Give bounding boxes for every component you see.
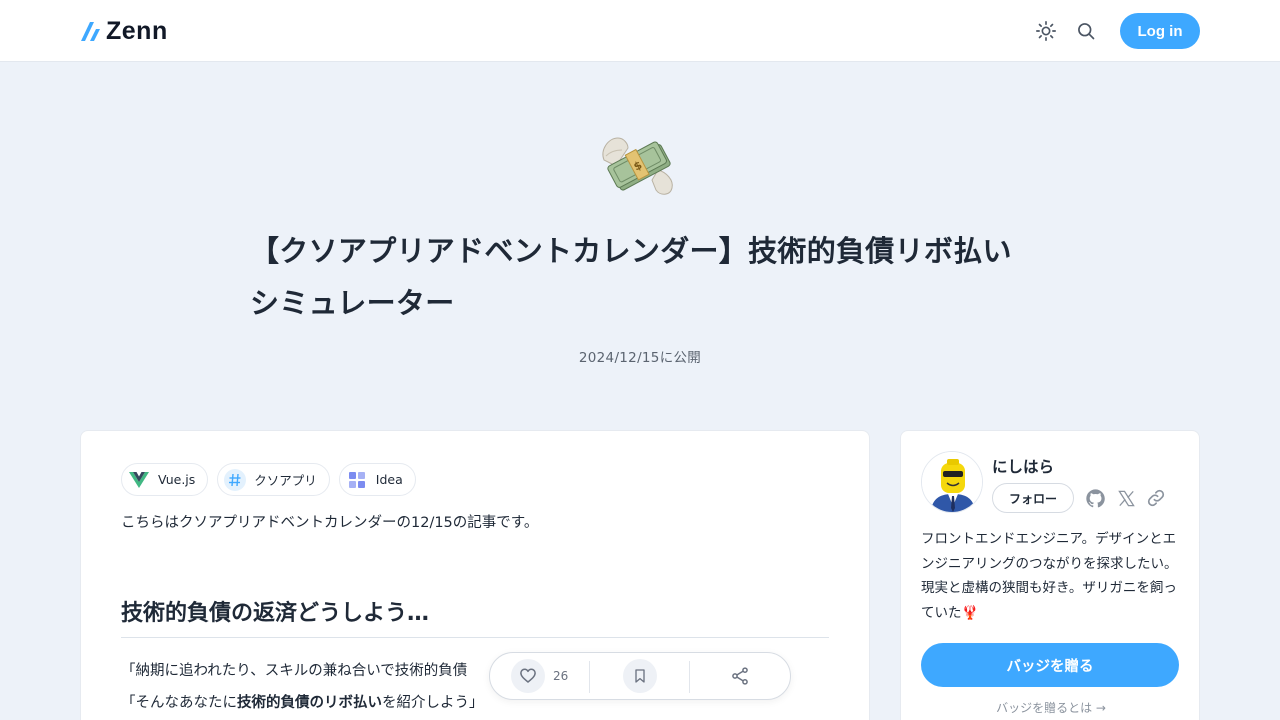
send-badge-button[interactable]: バッジを贈る	[921, 643, 1179, 687]
search-icon	[1078, 23, 1095, 40]
topic-label: クソアプリ	[254, 473, 317, 488]
github-icon	[1085, 488, 1105, 507]
topic-vuejs[interactable]: Vue.js	[121, 463, 209, 496]
topic-idea[interactable]: Idea	[338, 463, 416, 496]
like-count: 26	[553, 669, 569, 683]
x-icon	[1117, 490, 1135, 506]
action-divider	[589, 661, 590, 693]
link-icon	[1147, 489, 1165, 507]
hash-icon	[224, 468, 247, 491]
author-avatar[interactable]	[921, 451, 983, 513]
published-date: 2024/12/15に公開	[578, 350, 702, 366]
badge-about-link[interactable]: バッジを贈るとは →	[901, 699, 1201, 716]
text-fragment: を紹介しよう」	[382, 695, 484, 711]
body-paragraph-1: 「納期に追われたり、スキルの兼ね合いで技術的負債	[121, 663, 468, 679]
topic-label: Vue.js	[158, 472, 196, 487]
x-link[interactable]	[1114, 486, 1138, 510]
sun-icon	[1036, 21, 1056, 41]
action-divider	[689, 661, 690, 693]
bold-text: 技術的負債のリボ払い	[237, 695, 382, 711]
share-icon	[732, 667, 748, 685]
zenn-logo-mark-icon	[81, 22, 100, 41]
idea-icon	[346, 469, 368, 491]
share-button[interactable]	[723, 659, 757, 693]
github-link[interactable]	[1083, 486, 1107, 510]
login-button[interactable]: Log in	[1120, 13, 1200, 49]
follow-button[interactable]: フォロー	[992, 483, 1074, 513]
vuejs-icon	[128, 469, 150, 491]
topic-list: Vue.js クソアプリ Idea	[121, 463, 416, 496]
article-emoji-money-with-wings: $	[598, 126, 680, 202]
floating-action-bar: 26	[489, 652, 791, 700]
website-link[interactable]	[1144, 486, 1168, 510]
search-button[interactable]	[1074, 19, 1098, 43]
heart-icon	[520, 668, 536, 683]
zenn-logo[interactable]: Zenn	[80, 17, 168, 45]
theme-toggle-button[interactable]	[1034, 19, 1058, 43]
author-card: にしはら フォロー フロントエンドエンジニア。デザインとエンジニアリングのつなが…	[900, 430, 1200, 720]
bookmark-icon	[635, 669, 645, 683]
section-heading: 技術的負債の返済どうしよう…	[121, 595, 829, 638]
topic-kusoapuri[interactable]: クソアプリ	[217, 463, 330, 496]
topic-label: Idea	[375, 472, 403, 487]
author-name[interactable]: にしはら	[992, 455, 1054, 477]
top-navigation-bar: Zenn Log in	[0, 0, 1280, 62]
article-title: 【クソアプリアドベントカレンダー】技術的負債リボ払いシミュレーター	[250, 234, 1012, 320]
logo-text: Zenn	[106, 17, 168, 45]
body-paragraph-2: 「そんなあなたに技術的負債のリボ払いを紹介しよう」	[121, 691, 484, 712]
like-button[interactable]	[511, 659, 545, 693]
author-bio: フロントエンドエンジニア。デザインとエンジニアリングのつながりを探求したい。現実…	[921, 531, 1178, 621]
intro-paragraph: こちらはクソアプリアドベントカレンダーの12/15の記事です。	[121, 515, 539, 531]
text-fragment: 「そんなあなたに	[121, 695, 237, 711]
bookmark-button[interactable]	[623, 659, 657, 693]
